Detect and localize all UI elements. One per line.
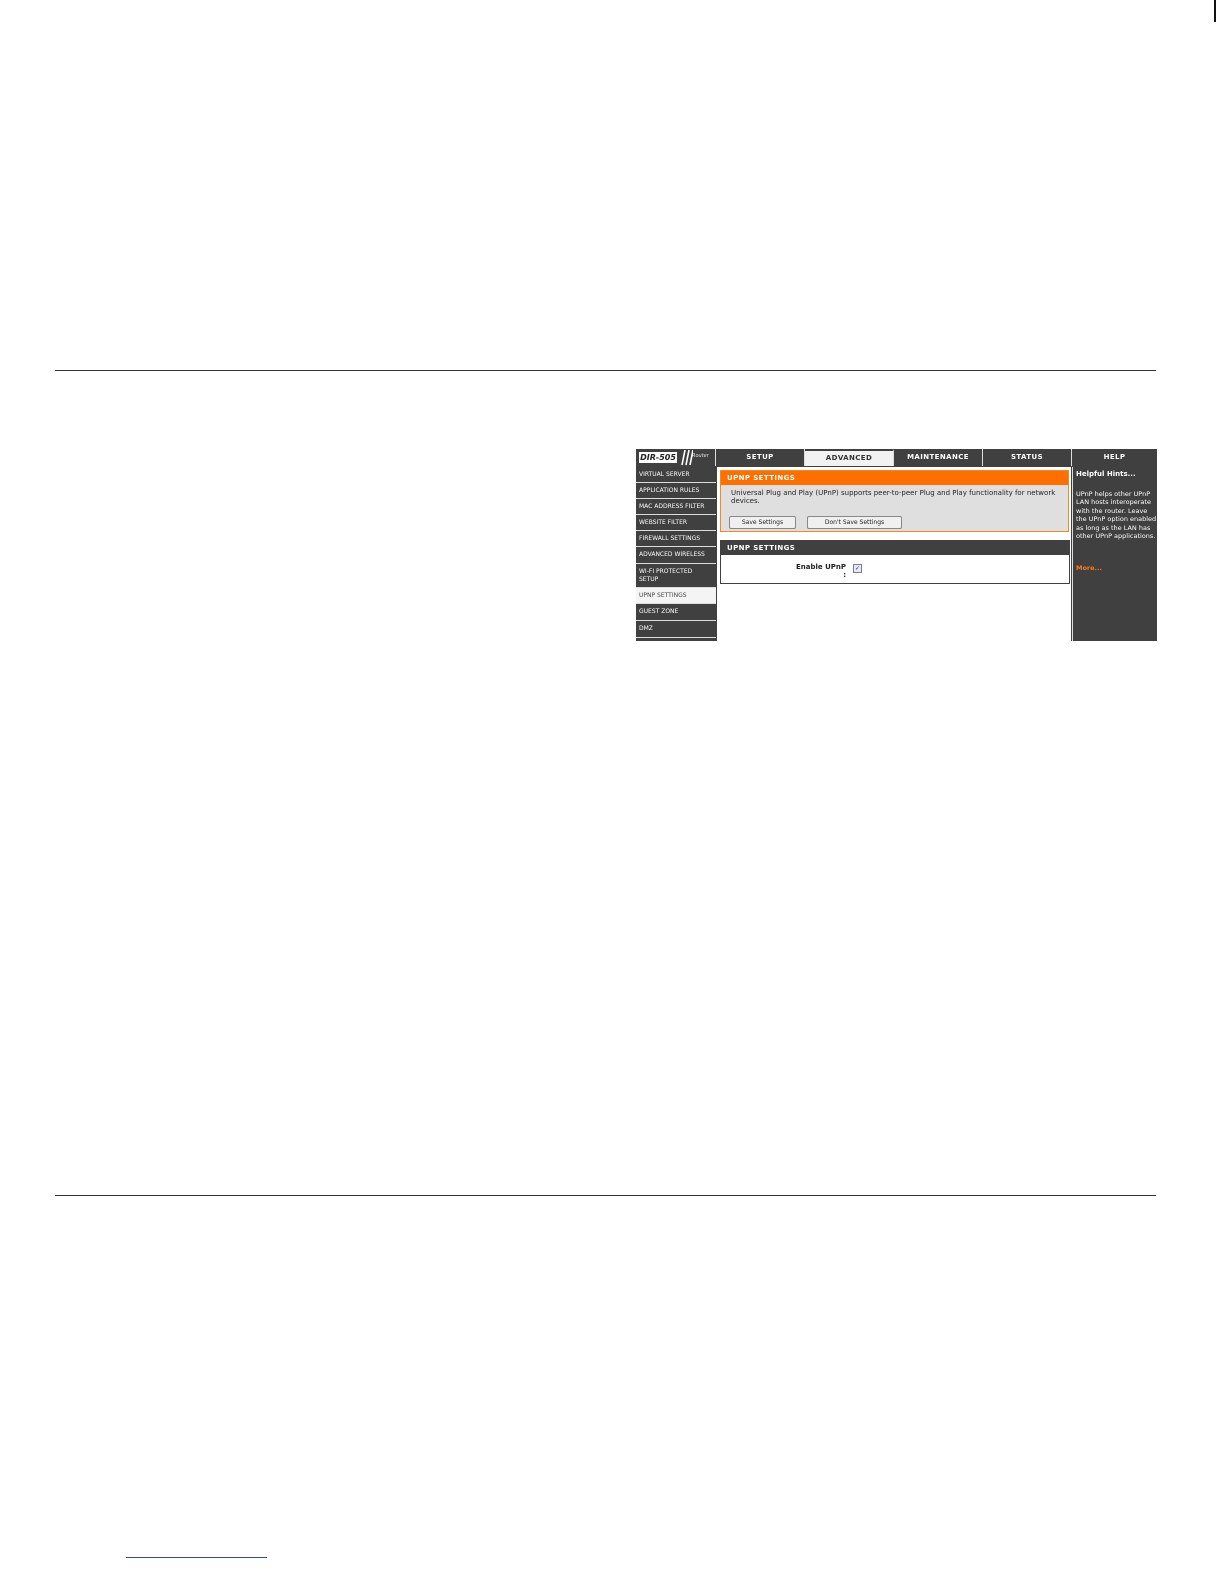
- tab-maintenance[interactable]: MAINTENANCE: [894, 449, 983, 466]
- page-edge-line: [1214, 0, 1216, 22]
- tab-setup[interactable]: SETUP: [716, 449, 805, 466]
- intro-panel-title: UPNP SETTINGS: [721, 471, 1068, 485]
- slashes-icon: [681, 449, 693, 466]
- sidebar-item-website-filter[interactable]: WEBSITE FILTER: [636, 515, 716, 531]
- footer-link-underline[interactable]: [126, 1557, 267, 1558]
- sidebar-item-guest-zone[interactable]: GUEST ZONE: [636, 604, 716, 621]
- sidebar-item-firewall-settings[interactable]: FIREWALL SETTINGS: [636, 531, 716, 547]
- main-content: UPNP SETTINGS Universal Plug and Play (U…: [717, 467, 1071, 641]
- tab-status[interactable]: STATUS: [983, 449, 1072, 466]
- sidebar-item-wifi-protected-setup[interactable]: WI-FI PROTECTED SETUP: [636, 564, 716, 588]
- tab-help[interactable]: HELP: [1072, 449, 1157, 466]
- help-title: Helpful Hints...: [1076, 470, 1136, 478]
- bottom-rule: [55, 1195, 1156, 1196]
- sidebar-item-mac-address-filter[interactable]: MAC ADDRESS FILTER: [636, 499, 716, 515]
- sidebar-item-advanced-wireless[interactable]: ADVANCED WIRELESS: [636, 547, 716, 564]
- router-screenshot: DIR-505 Router SETUP ADVANCED MAINTENANC…: [636, 449, 1157, 641]
- help-more-link[interactable]: More...: [1076, 564, 1102, 572]
- top-rule: [55, 370, 1156, 371]
- enable-upnp-label: Enable UPnP :: [795, 563, 846, 579]
- model-name: DIR-505: [639, 452, 677, 463]
- device-type: Router: [692, 453, 709, 459]
- sidebar-item-dmz[interactable]: DMZ: [636, 621, 716, 638]
- checkmark-icon: ✓: [854, 565, 861, 572]
- dont-save-settings-button[interactable]: Don't Save Settings: [807, 516, 902, 529]
- enable-upnp-row: Enable UPnP : ✓: [721, 555, 1069, 581]
- tab-advanced[interactable]: ADVANCED: [805, 449, 894, 466]
- intro-panel: UPNP SETTINGS Universal Plug and Play (U…: [720, 470, 1069, 532]
- brand-logo: DIR-505 Router: [636, 449, 716, 466]
- intro-description: Universal Plug and Play (UPnP) supports …: [731, 489, 1056, 505]
- help-column: Helpful Hints... UPnP helps other UPnP L…: [1072, 467, 1157, 641]
- upnp-settings-panel: UPNP SETTINGS Enable UPnP : ✓: [720, 540, 1070, 584]
- save-settings-button[interactable]: Save Settings: [729, 516, 796, 529]
- top-navigation: DIR-505 Router SETUP ADVANCED MAINTENANC…: [636, 449, 1157, 466]
- upnp-panel-title: UPNP SETTINGS: [721, 541, 1069, 555]
- sidebar: VIRTUAL SERVER APPLICATION RULES MAC ADD…: [636, 467, 716, 638]
- enable-upnp-checkbox[interactable]: ✓: [853, 564, 862, 573]
- sidebar-item-application-rules[interactable]: APPLICATION RULES: [636, 483, 716, 499]
- help-text: UPnP helps other UPnP LAN hosts interope…: [1076, 490, 1157, 541]
- sidebar-item-upnp-settings[interactable]: UPNP SETTINGS: [636, 588, 716, 604]
- sidebar-item-virtual-server[interactable]: VIRTUAL SERVER: [636, 467, 716, 483]
